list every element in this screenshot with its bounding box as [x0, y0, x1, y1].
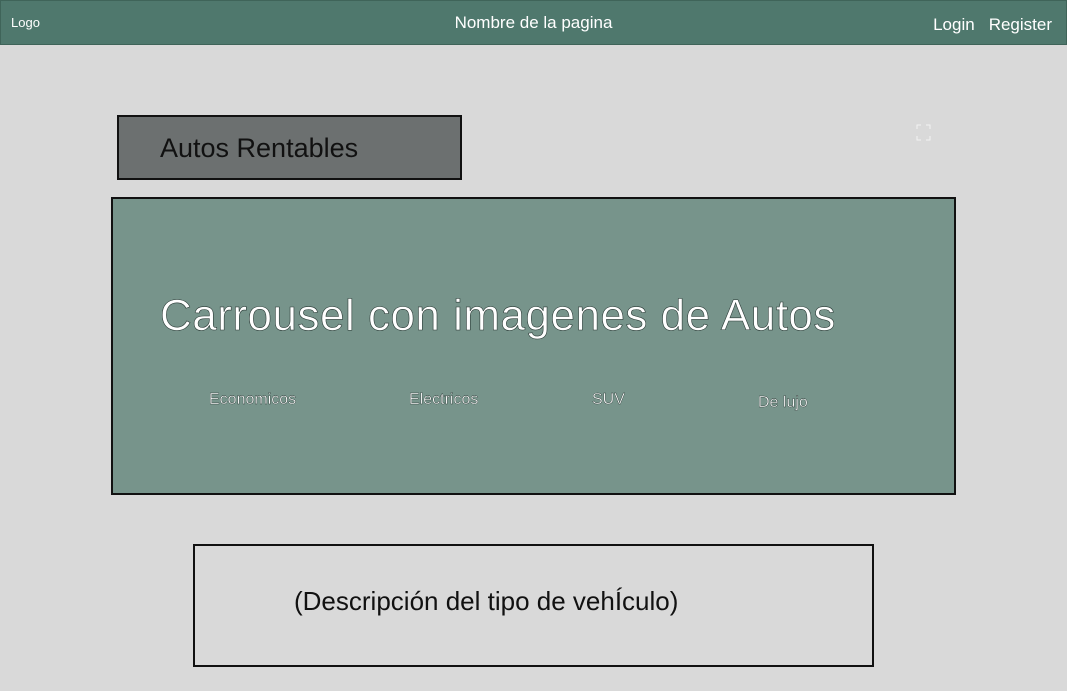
category-electricos[interactable]: Electricos — [409, 391, 479, 409]
register-link[interactable]: Register — [989, 15, 1052, 35]
vehicle-description-box: (Descripción del tipo de vehÍculo) — [193, 544, 874, 667]
login-link[interactable]: Login — [933, 15, 975, 35]
carousel-title: Carrousel con imagenes de Autos — [160, 291, 836, 341]
site-name: Nombre de la pagina — [454, 13, 613, 32]
vehicle-description: (Descripción del tipo de vehÍculo) — [294, 586, 679, 616]
auth-links: Login Register — [933, 15, 1052, 35]
category-economicos[interactable]: Economicos — [209, 391, 297, 409]
car-carousel[interactable]: Carrousel con imagenes de Autos Economic… — [111, 197, 956, 495]
section-title: Autos Rentables — [160, 133, 359, 163]
expand-icon[interactable] — [916, 124, 931, 141]
category-de-lujo[interactable]: De lujo — [758, 394, 808, 412]
section-title-box: Autos Rentables — [117, 115, 462, 180]
category-suv[interactable]: SUV — [592, 391, 625, 409]
top-navbar: Logo Nombre de la pagina Login Register — [0, 0, 1067, 45]
